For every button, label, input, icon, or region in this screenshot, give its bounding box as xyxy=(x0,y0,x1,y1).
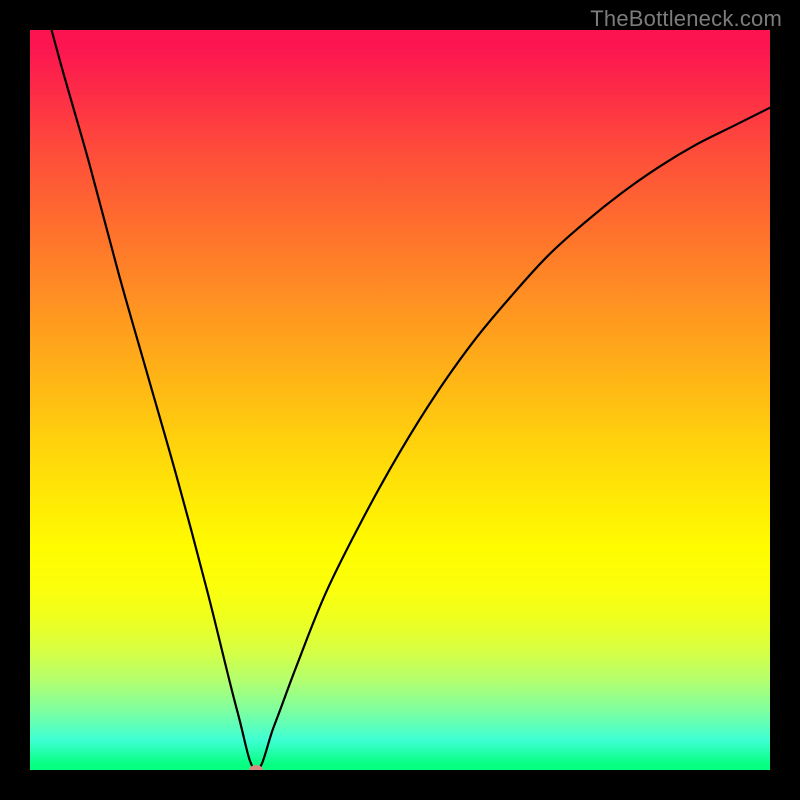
curve-svg xyxy=(30,30,770,770)
watermark-text: TheBottleneck.com xyxy=(590,6,782,32)
plot-area xyxy=(30,30,770,770)
optimum-marker xyxy=(249,765,263,770)
bottleneck-curve xyxy=(30,30,770,770)
